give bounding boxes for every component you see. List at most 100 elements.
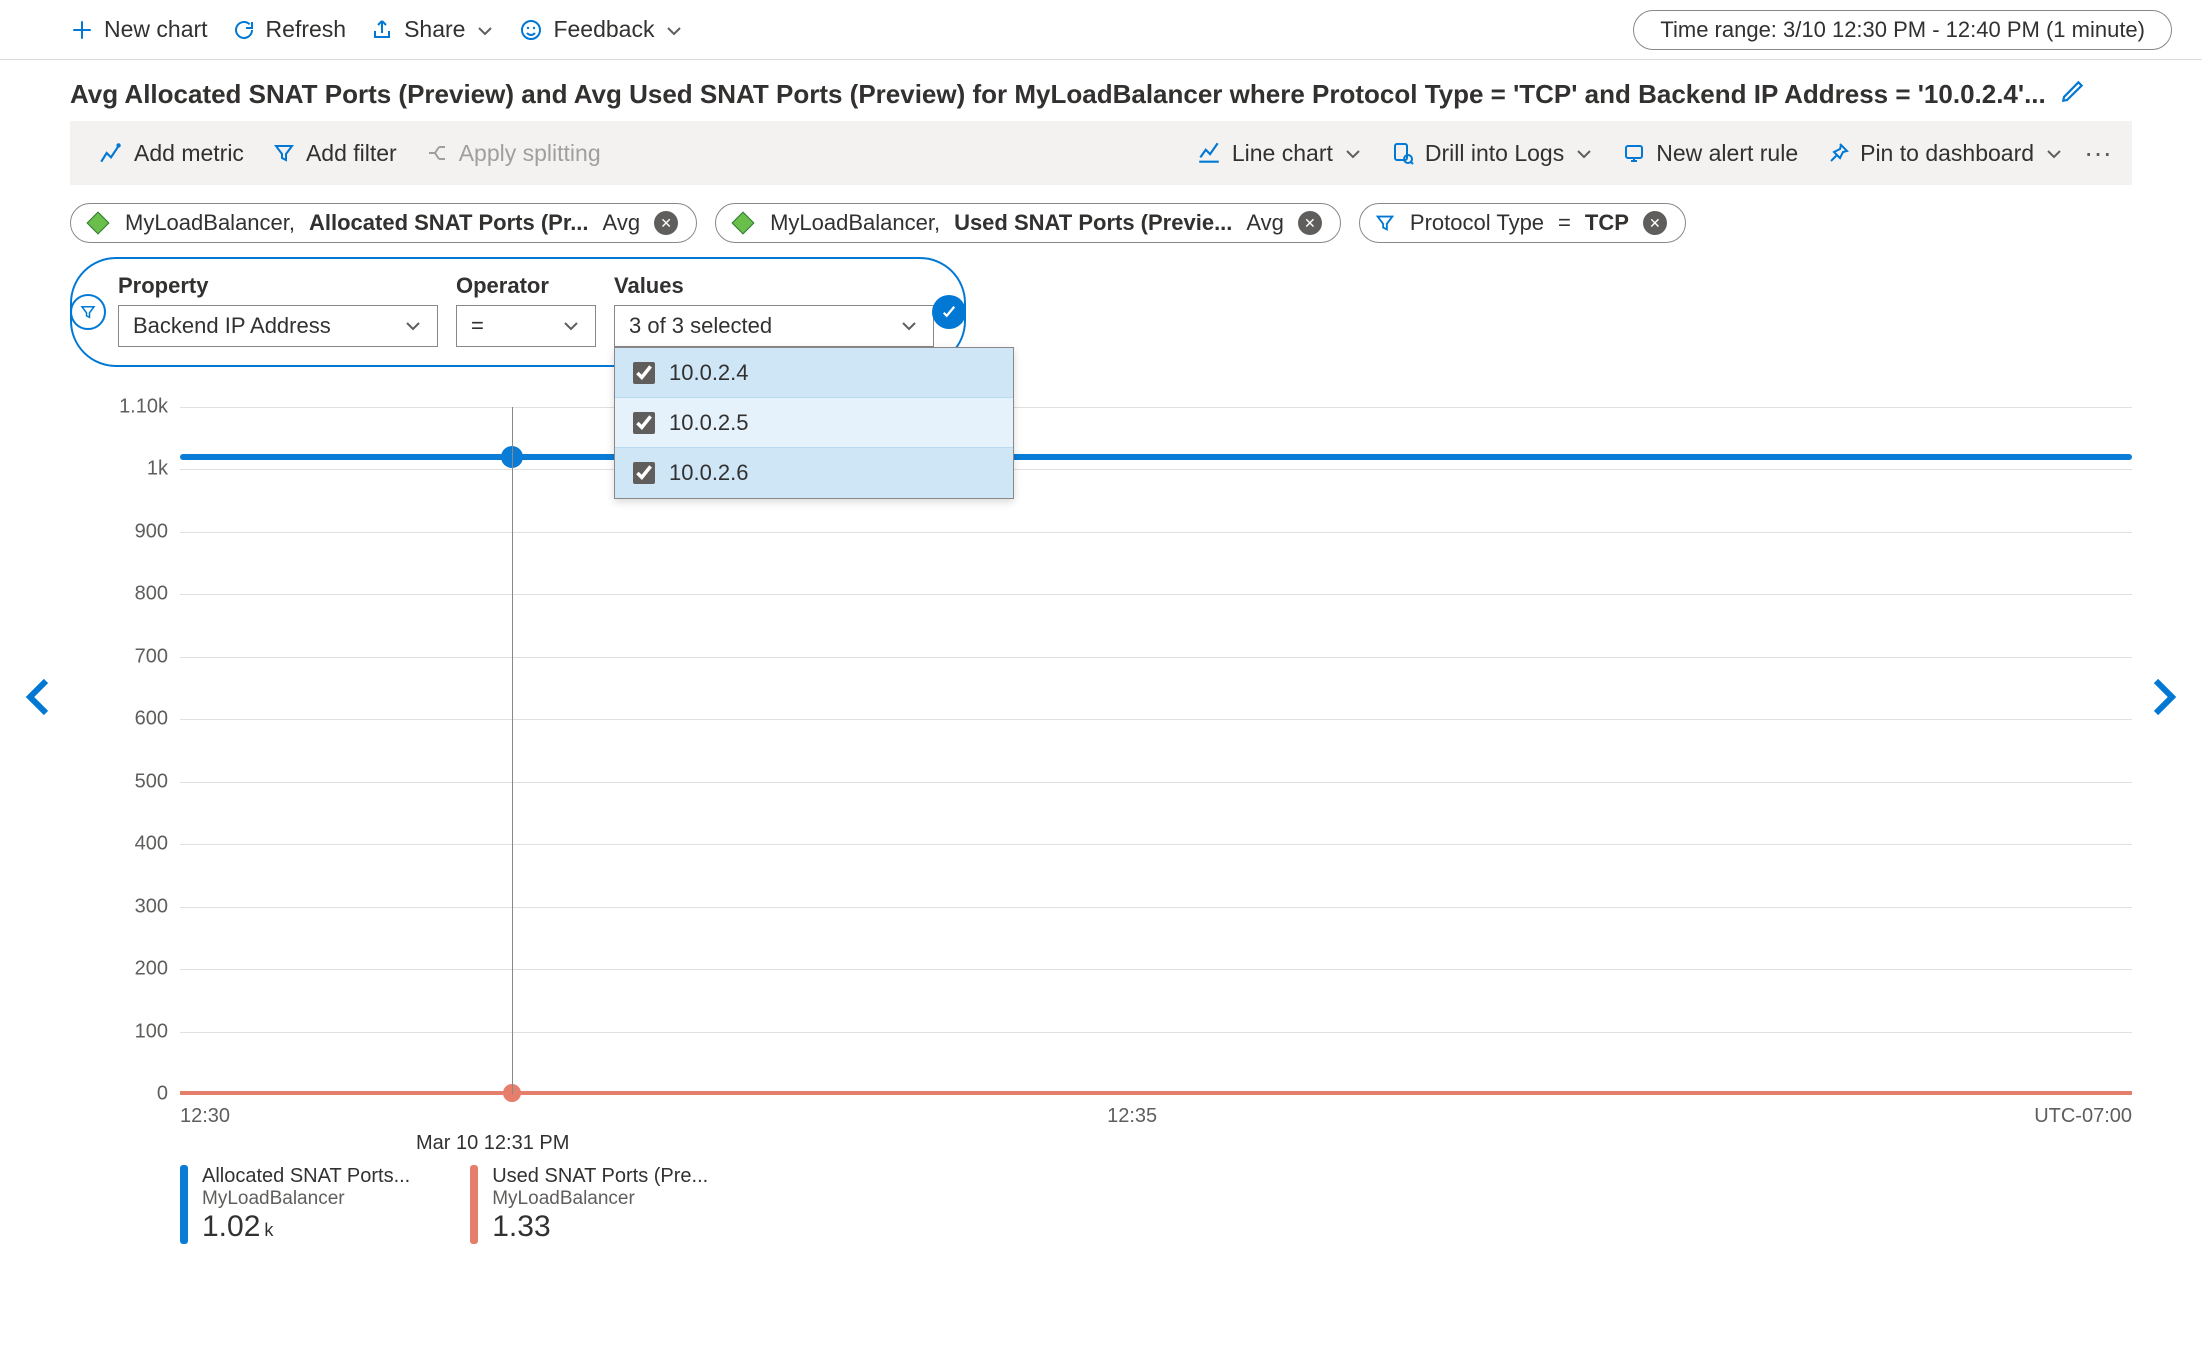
property-select[interactable]: Backend IP Address (118, 305, 438, 347)
values-dropdown[interactable]: 10.0.2.4 10.0.2.5 10.0.2.6 (614, 347, 1014, 499)
property-value: Backend IP Address (133, 313, 331, 339)
timezone: UTC-07:00 (2034, 1105, 2132, 1128)
values-select[interactable]: 3 of 3 selected (614, 305, 934, 347)
new-alert-button[interactable]: New alert rule (1608, 134, 1812, 173)
remove-metric-icon[interactable]: ✕ (1298, 211, 1322, 235)
operator-select[interactable]: = (456, 305, 596, 347)
share-icon (370, 18, 394, 42)
resource-icon (85, 210, 111, 236)
chevron-down-icon (664, 20, 684, 40)
operator-label: Operator (456, 273, 596, 299)
prev-chart-button[interactable] (16, 673, 64, 721)
values-checkbox[interactable] (633, 412, 655, 434)
legend-series-name: Used SNAT Ports (Pre... (492, 1165, 708, 1188)
legend-item-allocated[interactable]: Allocated SNAT Ports... MyLoadBalancer 1… (180, 1165, 410, 1244)
chart-title: Avg Allocated SNAT Ports (Preview) and A… (70, 79, 2046, 110)
legend-item-used[interactable]: Used SNAT Ports (Pre... MyLoadBalancer 1… (470, 1165, 708, 1244)
y-tick: 900 (135, 520, 168, 543)
legend-series-unit: k (260, 1220, 273, 1240)
metric-pill-resource: MyLoadBalancer, (125, 210, 295, 236)
legend-color-swatch (470, 1165, 478, 1244)
confirm-filter-icon[interactable] (932, 295, 966, 329)
chevron-down-icon (1574, 143, 1594, 163)
pin-label: Pin to dashboard (1860, 140, 2034, 167)
refresh-button[interactable]: Refresh (220, 10, 359, 49)
legend-series-res: MyLoadBalancer (202, 1188, 410, 1210)
time-range-button[interactable]: Time range: 3/10 12:30 PM - 12:40 PM (1 … (1633, 10, 2172, 50)
plus-icon (70, 18, 94, 42)
metric-pill-used[interactable]: MyLoadBalancer, Used SNAT Ports (Previe.… (715, 203, 1341, 243)
chevron-down-icon (2044, 143, 2064, 163)
remove-metric-icon[interactable]: ✕ (654, 211, 678, 235)
y-tick: 500 (135, 770, 168, 793)
filter-pill-prop: Protocol Type (1410, 210, 1544, 236)
values-option[interactable]: 10.0.2.6 (615, 448, 1013, 498)
filter-pill-val: TCP (1585, 210, 1629, 236)
chart-type-button[interactable]: Line chart (1182, 134, 1377, 173)
chart-toolbar: Add metric Add filter Apply splitting Li… (70, 121, 2132, 185)
drill-logs-label: Drill into Logs (1425, 140, 1564, 167)
add-filter-label: Add filter (306, 140, 397, 167)
y-tick: 100 (135, 1020, 168, 1043)
metric-pill-row: MyLoadBalancer, Allocated SNAT Ports (Pr… (0, 203, 2202, 257)
refresh-label: Refresh (266, 16, 347, 43)
chevron-down-icon (899, 316, 919, 336)
values-option[interactable]: 10.0.2.4 (615, 348, 1013, 398)
property-label: Property (118, 273, 438, 299)
metric-icon (98, 140, 124, 166)
legend-series-unit (551, 1220, 555, 1240)
metric-pill-resource: MyLoadBalancer, (770, 210, 940, 236)
metric-pill-agg: Avg (1246, 210, 1284, 236)
logs-icon (1391, 141, 1415, 165)
add-metric-button[interactable]: Add metric (84, 134, 258, 173)
legend-series-name: Allocated SNAT Ports... (202, 1165, 410, 1188)
metric-pill-agg: Avg (603, 210, 641, 236)
next-chart-button[interactable] (2138, 673, 2186, 721)
filter-pill-protocol[interactable]: Protocol Type = TCP ✕ (1359, 203, 1686, 243)
share-label: Share (404, 16, 465, 43)
share-button[interactable]: Share (358, 10, 507, 49)
chevron-down-icon (403, 316, 423, 336)
smile-icon (519, 18, 543, 42)
split-icon (425, 141, 449, 165)
values-option[interactable]: 10.0.2.5 (615, 398, 1013, 448)
crosshair (512, 407, 513, 1094)
drill-logs-button[interactable]: Drill into Logs (1377, 134, 1608, 173)
plot-area[interactable] (180, 407, 2132, 1095)
values-checkbox[interactable] (633, 362, 655, 384)
y-tick: 0 (157, 1083, 168, 1106)
filter-pill-op: = (1558, 210, 1571, 236)
chart: 01002003004005006007008009001k1.10k 12:3… (70, 407, 2132, 1244)
values-option-label: 10.0.2.4 (669, 360, 749, 386)
pin-icon (1826, 141, 1850, 165)
alert-icon (1622, 141, 1646, 165)
hover-time-label: Mar 10 12:31 PM (416, 1132, 2132, 1155)
command-bar: New chart Refresh Share Feedback Time ra… (0, 0, 2202, 60)
values-checkbox[interactable] (633, 462, 655, 484)
y-tick: 800 (135, 583, 168, 606)
add-filter-button[interactable]: Add filter (258, 134, 411, 173)
legend: Allocated SNAT Ports... MyLoadBalancer 1… (180, 1165, 2132, 1244)
edit-title-icon[interactable] (2060, 78, 2086, 111)
remove-filter-icon[interactable]: ✕ (1643, 211, 1667, 235)
metric-pill-allocated[interactable]: MyLoadBalancer, Allocated SNAT Ports (Pr… (70, 203, 697, 243)
legend-series-val: 1.33 (492, 1210, 550, 1243)
time-range-label: Time range: 3/10 12:30 PM - 12:40 PM (1 … (1660, 17, 2145, 42)
metric-pill-name: Allocated SNAT Ports (Pr... (309, 210, 589, 236)
y-tick: 1k (147, 458, 168, 481)
apply-splitting-button[interactable]: Apply splitting (411, 134, 615, 173)
new-chart-label: New chart (104, 16, 208, 43)
y-tick: 600 (135, 708, 168, 731)
x-axis: 12:30 12:35 UTC-07:00 (180, 1095, 2132, 1132)
chevron-down-icon (475, 20, 495, 40)
chart-type-label: Line chart (1232, 140, 1333, 167)
new-chart-button[interactable]: New chart (58, 10, 220, 49)
chevron-down-icon (1343, 143, 1363, 163)
values-value: 3 of 3 selected (629, 313, 772, 339)
legend-series-res: MyLoadBalancer (492, 1188, 708, 1210)
y-tick: 300 (135, 895, 168, 918)
feedback-button[interactable]: Feedback (507, 10, 696, 49)
pin-button[interactable]: Pin to dashboard (1812, 134, 2078, 173)
legend-color-swatch (180, 1165, 188, 1244)
more-button[interactable]: ··· (2078, 137, 2118, 169)
